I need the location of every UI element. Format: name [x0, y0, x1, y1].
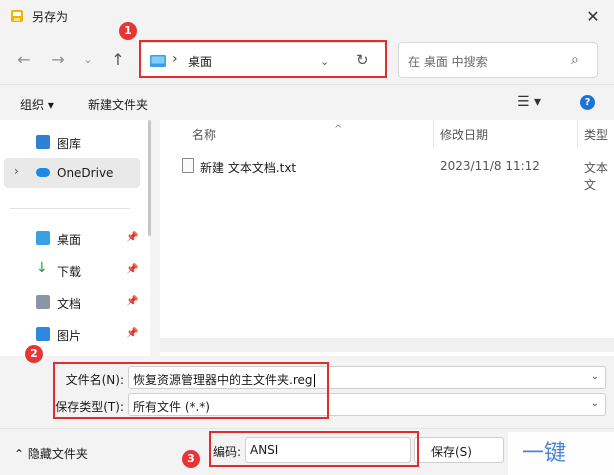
desktop-icon	[36, 231, 50, 245]
close-button[interactable]: ✕	[580, 4, 606, 28]
file-type: 文本文	[584, 161, 609, 192]
file-name: 新建 文本文档.txt	[200, 161, 297, 175]
view-options-icon[interactable]: ☰ ▾	[517, 94, 541, 110]
up-arrow-icon[interactable]: ↑	[108, 50, 128, 69]
gallery-icon	[36, 135, 50, 149]
filename-dropdown-icon[interactable]: ⌄	[591, 371, 599, 382]
highlight-address-bar	[139, 40, 387, 78]
horizontal-scrollbar[interactable]	[160, 338, 614, 352]
forward-arrow-icon[interactable]: →	[48, 50, 68, 69]
sidebar-item-onedrive[interactable]: › OneDrive	[4, 158, 140, 188]
expand-chevron-icon[interactable]: ›	[14, 164, 19, 178]
column-header-type[interactable]: 类型	[584, 126, 608, 143]
sidebar-item-gallery[interactable]: 图库	[4, 128, 140, 156]
column-header-date[interactable]: 修改日期	[440, 126, 488, 143]
window-title: 另存为	[32, 10, 69, 24]
text-file-icon	[182, 158, 194, 173]
pin-icon[interactable]: 📌	[126, 232, 138, 243]
sidebar-item-label: 图片	[57, 329, 82, 343]
command-bar: 组织 ▾ 新建文件夹 ☰ ▾ ?	[0, 84, 614, 120]
sidebar-item-label: OneDrive	[57, 166, 114, 180]
sidebar-item-documents[interactable]: 文档 📌	[4, 288, 140, 316]
pin-icon[interactable]: 📌	[126, 264, 138, 275]
column-header-name[interactable]: 名称 ^	[192, 124, 342, 143]
file-row[interactable]: 新建 文本文档.txt 2023/11/8 11:12 文本文	[176, 154, 614, 192]
hide-folders-button[interactable]: ⌃ 隐藏文件夹	[14, 445, 88, 462]
file-date: 2023/11/8 11:12	[440, 159, 540, 173]
annotation-badge-3: 3	[182, 450, 200, 468]
hide-folders-label: 隐藏文件夹	[27, 447, 88, 461]
sidebar-item-pictures[interactable]: 图片 📌	[4, 320, 140, 348]
pin-icon[interactable]: 📌	[126, 328, 138, 339]
pictures-icon	[36, 327, 50, 341]
sidebar-scrollbar[interactable]	[148, 120, 151, 236]
search-box[interactable]: 在 桌面 中搜索 ⌕	[398, 42, 598, 78]
sidebar-item-label: 桌面	[57, 233, 82, 247]
sidebar-item-desktop[interactable]: 桌面 📌	[4, 224, 140, 252]
save-label: 保存(S)	[431, 445, 472, 459]
sidebar-divider	[10, 208, 130, 209]
download-icon: ↓	[36, 260, 48, 276]
sidebar-item-downloads[interactable]: ↓ 下载 📌	[4, 256, 140, 284]
sidebar-item-label: 下载	[57, 265, 82, 279]
help-icon[interactable]: ?	[580, 95, 595, 110]
cloud-icon	[36, 168, 50, 177]
recent-locations-chevron-icon[interactable]: ⌄	[78, 53, 98, 66]
file-list: 名称 ^ 修改日期 类型 新建 文本文档.txt 2023/11/8 11:12…	[160, 120, 614, 356]
column-header-label: 名称	[192, 128, 217, 142]
annotation-badge-1: 1	[119, 22, 137, 40]
pin-icon[interactable]: 📌	[126, 296, 138, 307]
back-arrow-icon[interactable]: ←	[14, 50, 34, 69]
title-bar: 另存为 ✕	[0, 0, 614, 32]
sidebar-item-label: 文档	[57, 297, 82, 311]
sidebar-item-label: 图库	[57, 137, 82, 151]
column-divider[interactable]	[433, 120, 434, 148]
navigation-pane: 图库 › OneDrive 桌面 📌 ↓ 下载 📌 文档 📌 图片 📌	[0, 120, 150, 356]
highlight-encoding	[209, 431, 419, 467]
column-divider[interactable]	[577, 120, 578, 148]
save-button[interactable]: 保存(S)	[414, 437, 504, 463]
chevron-up-icon: ⌃	[14, 447, 25, 461]
filetype-dropdown-icon[interactable]: ⌄	[591, 398, 599, 409]
search-icon[interactable]: ⌕	[571, 52, 579, 68]
save-as-icon	[11, 10, 23, 22]
highlight-filename-fields	[53, 362, 329, 419]
organize-button[interactable]: 组织 ▾	[20, 96, 54, 113]
close-icon: ✕	[586, 6, 600, 26]
annotation-badge-2: 2	[25, 345, 43, 363]
new-folder-button[interactable]: 新建文件夹	[88, 96, 148, 113]
documents-icon	[36, 295, 50, 309]
sort-ascending-icon: ^	[334, 124, 343, 135]
search-placeholder: 在 桌面 中搜索	[408, 55, 488, 69]
